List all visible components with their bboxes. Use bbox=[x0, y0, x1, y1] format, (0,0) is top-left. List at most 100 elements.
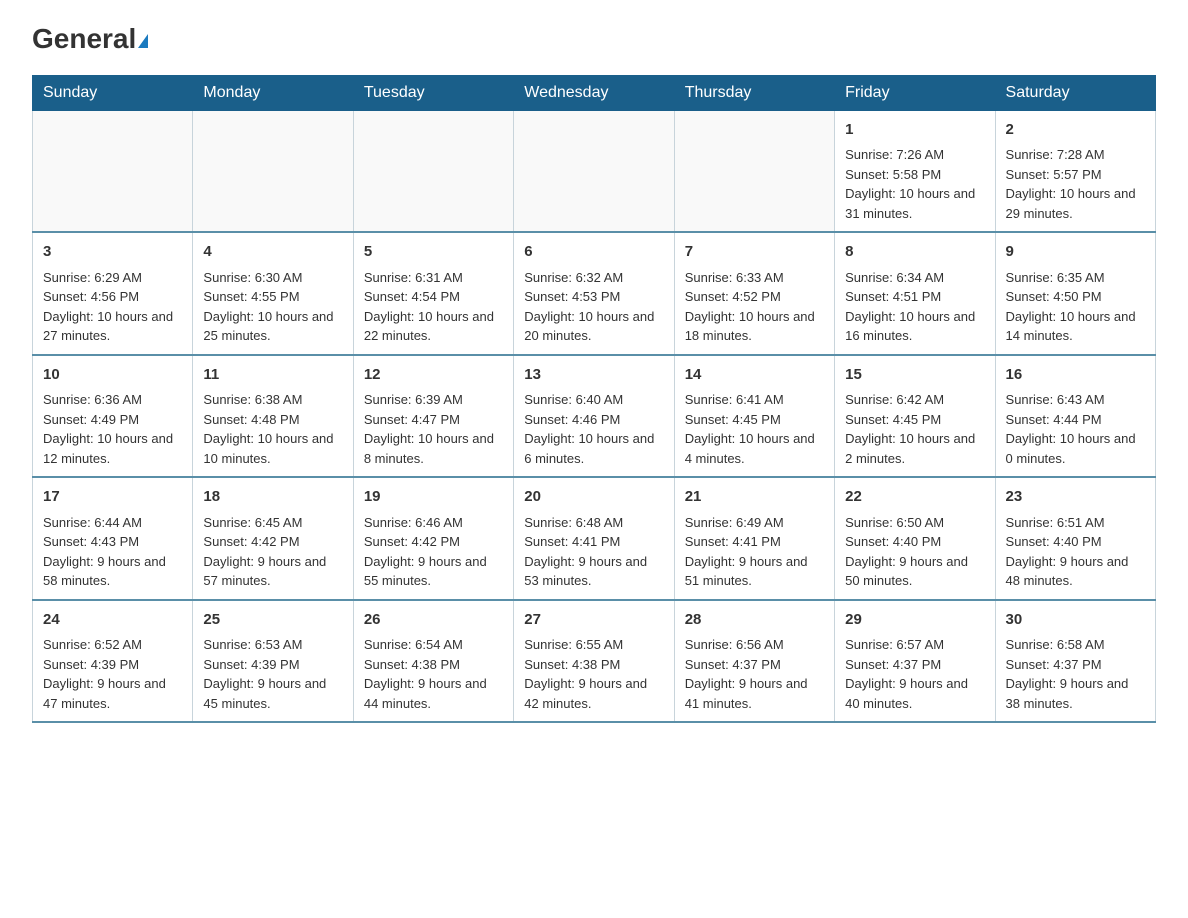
calendar-cell: 25Sunrise: 6:53 AMSunset: 4:39 PMDayligh… bbox=[193, 600, 353, 723]
calendar-header: Sunday Monday Tuesday Wednesday Thursday… bbox=[33, 75, 1156, 110]
calendar-cell: 10Sunrise: 6:36 AMSunset: 4:49 PMDayligh… bbox=[33, 355, 193, 478]
day-number: 26 bbox=[364, 609, 503, 632]
sunrise-text: Sunrise: 6:34 AM bbox=[845, 270, 944, 285]
sunrise-text: Sunrise: 6:50 AM bbox=[845, 515, 944, 530]
calendar-week-5: 24Sunrise: 6:52 AMSunset: 4:39 PMDayligh… bbox=[33, 600, 1156, 723]
day-number: 18 bbox=[203, 486, 342, 509]
day-number: 22 bbox=[845, 486, 984, 509]
col-thursday: Thursday bbox=[674, 75, 834, 110]
daylight-text: Daylight: 9 hours and 57 minutes. bbox=[203, 554, 326, 589]
calendar-cell: 30Sunrise: 6:58 AMSunset: 4:37 PMDayligh… bbox=[995, 600, 1155, 723]
calendar-cell: 19 Sunrise: 6:46 AM Sunset: 4:42 PM Dayligh… bbox=[353, 477, 513, 600]
calendar-cell: 16Sunrise: 6:43 AMSunset: 4:44 PMDayligh… bbox=[995, 355, 1155, 478]
day-number: 17 bbox=[43, 486, 182, 509]
sunrise-text: Sunrise: 6:48 AM bbox=[524, 515, 623, 530]
calendar-cell: 15Sunrise: 6:42 AMSunset: 4:45 PMDayligh… bbox=[835, 355, 995, 478]
calendar-cell: 21Sunrise: 6:49 AMSunset: 4:41 PMDayligh… bbox=[674, 477, 834, 600]
sunset-text: Sunset: 4:50 PM bbox=[1006, 289, 1102, 304]
sunset-text: Sunset: 5:58 PM bbox=[845, 167, 941, 182]
calendar-cell: 12Sunrise: 6:39 AMSunset: 4:47 PMDayligh… bbox=[353, 355, 513, 478]
calendar-cell: 13Sunrise: 6:40 AMSunset: 4:46 PMDayligh… bbox=[514, 355, 674, 478]
day-number: 14 bbox=[685, 364, 824, 387]
daylight-text: Daylight: 10 hours and 8 minutes. bbox=[364, 431, 494, 466]
calendar-cell: 28Sunrise: 6:56 AMSunset: 4:37 PMDayligh… bbox=[674, 600, 834, 723]
day-number: 8 bbox=[845, 241, 984, 264]
calendar-week-3: 10Sunrise: 6:36 AMSunset: 4:49 PMDayligh… bbox=[33, 355, 1156, 478]
daylight-text: Daylight: 10 hours and 6 minutes. bbox=[524, 431, 654, 466]
sunset-text: Sunset: 4:37 PM bbox=[1006, 657, 1102, 672]
calendar-cell: 27Sunrise: 6:55 AMSunset: 4:38 PMDayligh… bbox=[514, 600, 674, 723]
calendar-cell: 26Sunrise: 6:54 AMSunset: 4:38 PMDayligh… bbox=[353, 600, 513, 723]
daylight-text: Daylight: 9 hours and 41 minutes. bbox=[685, 676, 808, 711]
calendar-table: Sunday Monday Tuesday Wednesday Thursday… bbox=[32, 75, 1156, 724]
sunrise-text: Sunrise: 6:54 AM bbox=[364, 637, 463, 652]
daylight-text: Daylight: 10 hours and 31 minutes. bbox=[845, 186, 975, 221]
sunrise-text: Sunrise: 6:51 AM bbox=[1006, 515, 1105, 530]
sunrise-text: Sunrise: 6:35 AM bbox=[1006, 270, 1105, 285]
sunrise-text: Sunrise: 6:41 AM bbox=[685, 392, 784, 407]
calendar-body: 1Sunrise: 7:26 AMSunset: 5:58 PMDaylight… bbox=[33, 110, 1156, 722]
sunset-text: Sunset: 4:41 PM bbox=[524, 534, 620, 549]
sunrise-text: Sunrise: 7:28 AM bbox=[1006, 147, 1105, 162]
col-friday: Friday bbox=[835, 75, 995, 110]
sunrise-text: Sunrise: 6:40 AM bbox=[524, 392, 623, 407]
sunset-text: Sunset: 4:40 PM bbox=[1006, 534, 1102, 549]
daylight-text: Daylight: 9 hours and 40 minutes. bbox=[845, 676, 968, 711]
sunset-text: Sunset: 4:52 PM bbox=[685, 289, 781, 304]
sunset-text: Sunset: 4:44 PM bbox=[1006, 412, 1102, 427]
day-number: 9 bbox=[1006, 241, 1145, 264]
day-number: 1 bbox=[845, 119, 984, 142]
daylight-text: Daylight: 10 hours and 2 minutes. bbox=[845, 431, 975, 466]
page-header: General bbox=[32, 24, 1156, 55]
calendar-cell: 17Sunrise: 6:44 AMSunset: 4:43 PMDayligh… bbox=[33, 477, 193, 600]
sunrise-text: Sunrise: 6:33 AM bbox=[685, 270, 784, 285]
calendar-cell: 23 Sunrise: 6:51 AM Sunset: 4:40 PM Dayligh… bbox=[995, 477, 1155, 600]
daylight-text: Daylight: 9 hours and 55 minutes. bbox=[364, 554, 487, 589]
sunrise-text: Sunrise: 6:32 AM bbox=[524, 270, 623, 285]
day-number: 11 bbox=[203, 364, 342, 387]
calendar-cell bbox=[514, 110, 674, 232]
day-number: 19 bbox=[364, 486, 503, 509]
sunrise-text: Sunrise: 6:46 AM bbox=[364, 515, 463, 530]
daylight-text: Daylight: 10 hours and 10 minutes. bbox=[203, 431, 333, 466]
daylight-text: Daylight: 10 hours and 14 minutes. bbox=[1006, 309, 1136, 344]
sunset-text: Sunset: 4:42 PM bbox=[364, 534, 460, 549]
sunset-text: Sunset: 4:40 PM bbox=[845, 534, 941, 549]
daylight-text: Daylight: 9 hours and 51 minutes. bbox=[685, 554, 808, 589]
sunset-text: Sunset: 4:48 PM bbox=[203, 412, 299, 427]
sunrise-text: Sunrise: 6:44 AM bbox=[43, 515, 142, 530]
daylight-text: Daylight: 9 hours and 58 minutes. bbox=[43, 554, 166, 589]
sunset-text: Sunset: 4:54 PM bbox=[364, 289, 460, 304]
daylight-text: Daylight: 9 hours and 45 minutes. bbox=[203, 676, 326, 711]
daylight-text: Daylight: 10 hours and 20 minutes. bbox=[524, 309, 654, 344]
col-wednesday: Wednesday bbox=[514, 75, 674, 110]
daylight-text: Daylight: 10 hours and 16 minutes. bbox=[845, 309, 975, 344]
calendar-week-2: 3Sunrise: 6:29 AMSunset: 4:56 PMDaylight… bbox=[33, 232, 1156, 355]
sunrise-text: Sunrise: 6:39 AM bbox=[364, 392, 463, 407]
daylight-text: Daylight: 10 hours and 12 minutes. bbox=[43, 431, 173, 466]
daylight-text: Daylight: 10 hours and 27 minutes. bbox=[43, 309, 173, 344]
calendar-cell bbox=[193, 110, 353, 232]
sunset-text: Sunset: 4:39 PM bbox=[43, 657, 139, 672]
daylight-text: Daylight: 9 hours and 48 minutes. bbox=[1006, 554, 1129, 589]
daylight-text: Daylight: 10 hours and 18 minutes. bbox=[685, 309, 815, 344]
day-number: 7 bbox=[685, 241, 824, 264]
sunrise-text: Sunrise: 6:29 AM bbox=[43, 270, 142, 285]
sunset-text: Sunset: 4:51 PM bbox=[845, 289, 941, 304]
sunset-text: Sunset: 4:42 PM bbox=[203, 534, 299, 549]
sunrise-text: Sunrise: 6:42 AM bbox=[845, 392, 944, 407]
calendar-cell: 14Sunrise: 6:41 AMSunset: 4:45 PMDayligh… bbox=[674, 355, 834, 478]
day-number: 23 bbox=[1006, 486, 1145, 509]
calendar-cell: 29Sunrise: 6:57 AMSunset: 4:37 PMDayligh… bbox=[835, 600, 995, 723]
sunrise-text: Sunrise: 6:43 AM bbox=[1006, 392, 1105, 407]
calendar-cell: 4Sunrise: 6:30 AMSunset: 4:55 PMDaylight… bbox=[193, 232, 353, 355]
sunrise-text: Sunrise: 6:45 AM bbox=[203, 515, 302, 530]
day-number: 3 bbox=[43, 241, 182, 264]
day-number: 20 bbox=[524, 486, 663, 509]
calendar-cell: 9 Sunrise: 6:35 AM Sunset: 4:50 PM Daylight… bbox=[995, 232, 1155, 355]
calendar-cell: 7 Sunrise: 6:33 AM Sunset: 4:52 PM Daylight… bbox=[674, 232, 834, 355]
sunrise-text: Sunrise: 6:31 AM bbox=[364, 270, 463, 285]
sunrise-text: Sunrise: 6:55 AM bbox=[524, 637, 623, 652]
day-number: 28 bbox=[685, 609, 824, 632]
calendar-cell: 2Sunrise: 7:28 AMSunset: 5:57 PMDaylight… bbox=[995, 110, 1155, 232]
